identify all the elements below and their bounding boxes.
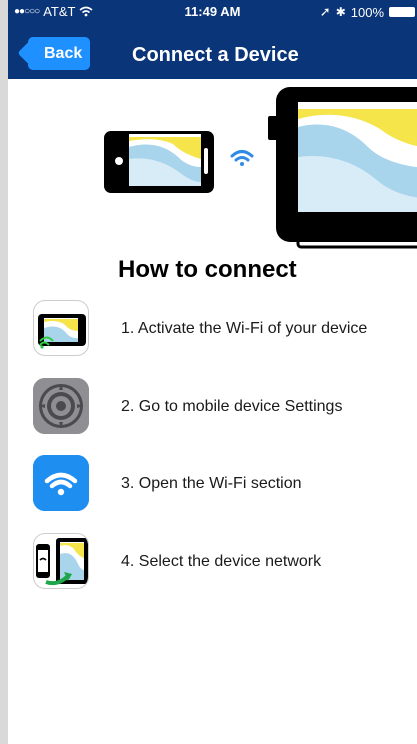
- step-1: 1. Activate the Wi-Fi of your device: [8, 300, 417, 360]
- battery-icon: [389, 7, 415, 17]
- step-3-text: 3. Open the Wi-Fi section: [121, 475, 302, 492]
- select-network-icon: [33, 533, 89, 589]
- page-title: Connect a Device: [132, 44, 299, 66]
- step-1-text: 1. Activate the Wi-Fi of your device: [121, 320, 368, 337]
- back-button-label: Back: [44, 44, 83, 62]
- settings-gear-icon: [33, 378, 89, 434]
- how-to-connect-heading: How to connect: [118, 256, 297, 283]
- step-2-text: 2. Go to mobile device Settings: [121, 398, 343, 415]
- step-4-text: 4. Select the device network: [121, 553, 322, 570]
- phone-icon: [104, 131, 214, 193]
- battery-percent: 100%: [350, 4, 384, 20]
- device-wifi-icon: [33, 300, 89, 356]
- status-right-group: ➚ ✱ 100%: [320, 4, 415, 20]
- status-bar: ●●○○○ AT&T 11:49 AM ➚ ✱ 100%: [8, 0, 417, 22]
- wifi-icon: [33, 455, 89, 511]
- location-arrow-icon: ➚: [319, 4, 331, 19]
- connect-illustration: [104, 87, 417, 249]
- display-unit-icon: [268, 87, 417, 249]
- back-button[interactable]: Back: [28, 37, 90, 70]
- navigation-bar: ●●○○○ AT&T 11:49 AM ➚ ✱ 100% Back Connec…: [8, 0, 417, 79]
- step-2: 2. Go to mobile device Settings: [8, 378, 417, 438]
- wifi-signal-icon: [230, 150, 254, 166]
- app-screen: ●●○○○ AT&T 11:49 AM ➚ ✱ 100% Back Connec…: [8, 0, 417, 744]
- bluetooth-icon: ✱: [335, 5, 346, 19]
- step-4: 4. Select the device network: [8, 533, 417, 593]
- step-3: 3. Open the Wi-Fi section: [8, 455, 417, 515]
